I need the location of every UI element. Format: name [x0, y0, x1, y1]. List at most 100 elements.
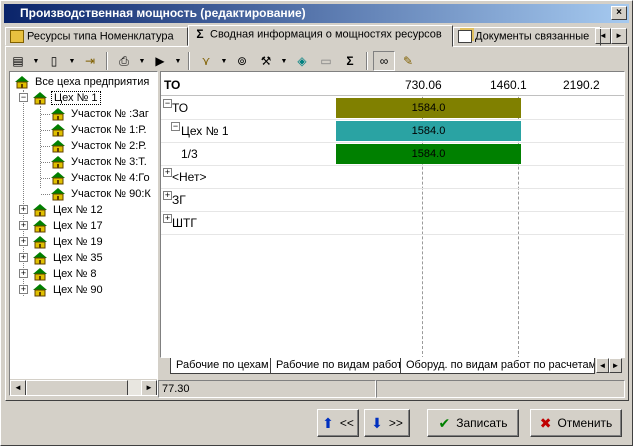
chevron-down-icon[interactable]: ▼ [31, 51, 41, 71]
expand-icon[interactable]: + [163, 214, 172, 223]
sheet-tab-equipment-by-work[interactable]: Оборуд. по видам работ по расчетам [400, 358, 595, 374]
filter-icon[interactable]: ⋎ [195, 51, 217, 71]
grid-row[interactable]: + ШТГ [161, 212, 624, 235]
checkmark-icon: ✔ [438, 414, 451, 431]
binoculars-icon[interactable]: ⊚ [231, 51, 253, 71]
building-icon [50, 155, 66, 169]
grid-row[interactable]: − Цех № 1 1584.0 [161, 120, 624, 143]
tab-summary-label: Сводная информация о мощностях ресурсов [210, 28, 442, 41]
print-icon[interactable]: ⎙ [113, 51, 135, 71]
tab-scroll-right-icon[interactable]: ► [611, 28, 627, 44]
scroll-thumb[interactable] [26, 380, 128, 395]
tree-horizontal-scrollbar[interactable]: ◄ ► [10, 379, 157, 395]
grid-row[interactable]: − ТО 1584.0 [161, 97, 624, 120]
building-icon [32, 283, 48, 297]
chevron-down-icon[interactable]: ▼ [67, 51, 77, 71]
glasses-icon[interactable]: ∞ [373, 51, 395, 71]
chevron-down-icon[interactable]: ▼ [219, 51, 229, 71]
tree-line [40, 106, 41, 188]
building-icon [32, 203, 48, 217]
prev-button[interactable]: ⬆ << [317, 409, 359, 437]
grid-row[interactable]: + ЗГ [161, 189, 624, 212]
tree-item-workshop[interactable]: Цех № 12 [32, 202, 105, 218]
tab-resources[interactable]: Ресурсы типа Номенклатура [5, 27, 188, 46]
close-icon[interactable]: × [611, 6, 627, 20]
tree-root-label: Все цеха предприятия [35, 76, 150, 88]
blank-document-icon[interactable]: ▭ [315, 51, 337, 71]
arrow-up-icon: ⬆ [322, 414, 334, 431]
sheet-scroll-right-icon[interactable]: ► [609, 358, 622, 373]
tree-item-workshop[interactable]: Цех № 19 [32, 234, 105, 250]
tree-item-label: Цех № 19 [53, 236, 103, 248]
save-button-label: Записать [456, 416, 508, 430]
tree-item-label: Цех № 1 [51, 91, 101, 105]
collapse-icon[interactable]: − [19, 93, 28, 102]
play-icon[interactable]: ▶ [149, 51, 171, 71]
edit-note-icon[interactable]: ✎ [397, 51, 419, 71]
tree-root[interactable]: Все цеха предприятия [14, 74, 151, 90]
tree-item-workshop[interactable]: Цех № 90 [32, 282, 105, 298]
tree-line [23, 90, 24, 296]
tools-icon[interactable]: ⚒ [255, 51, 277, 71]
collapse-icon[interactable]: − [171, 122, 180, 131]
info-icon[interactable]: ◈ [291, 51, 313, 71]
cancel-button[interactable]: ✖ Отменить [530, 409, 622, 437]
tree-item-workshop[interactable]: Цех № 8 [32, 266, 99, 282]
sigma-icon[interactable]: Σ [339, 51, 361, 71]
document-icon[interactable]: ▯ [43, 51, 65, 71]
tree-line [41, 162, 50, 163]
tab-documents[interactable]: Документы связанные [453, 27, 601, 46]
table-icon[interactable]: ▤ [7, 51, 29, 71]
tree-item-section[interactable]: Участок № :Заг [50, 106, 151, 122]
expand-icon[interactable]: + [19, 269, 28, 278]
tree-item-section[interactable]: Участок № 2:Р. [50, 138, 149, 154]
building-icon [50, 187, 66, 201]
scroll-right-icon[interactable]: ► [141, 380, 157, 395]
expand-icon[interactable]: + [19, 285, 28, 294]
expand-icon[interactable]: + [163, 191, 172, 200]
prev-button-label: << [339, 416, 354, 430]
expand-icon[interactable]: + [19, 205, 28, 214]
expand-icon[interactable]: + [19, 221, 28, 230]
save-button[interactable]: ✔ Записать [427, 409, 519, 437]
chevron-down-icon[interactable]: ▼ [137, 51, 147, 71]
capacity-bar: 1584.0 [336, 121, 521, 141]
tab-summary[interactable]: Σ Сводная информация о мощностях ресурсов [188, 25, 453, 47]
exit-door-icon[interactable]: ⇥ [79, 51, 101, 71]
workshop-tree[interactable]: Все цеха предприятия Цех № 1 − Участок №… [9, 71, 158, 396]
resource-icon [10, 30, 24, 43]
cross-icon: ✖ [539, 414, 552, 431]
building-icon [32, 219, 48, 233]
tree-item-section[interactable]: Участок № 3:Т. [50, 154, 149, 170]
next-button[interactable]: ⬇ >> [364, 409, 410, 437]
sheet-tabs: Рабочие по цехам Рабочие по видам работ … [160, 358, 625, 375]
tree-item-workshop[interactable]: Цех № 1 [32, 90, 101, 106]
sheet-tab-workers-by-shop[interactable]: Рабочие по цехам [170, 358, 271, 374]
sheet-scroll-left-icon[interactable]: ◄ [596, 358, 609, 373]
tree-item-label: Участок № 2:Р. [71, 140, 147, 152]
scroll-left-icon[interactable]: ◄ [10, 380, 26, 395]
expand-icon[interactable]: + [19, 237, 28, 246]
tab-strip: Ресурсы типа Номенклатура Σ Сводная инфор… [5, 25, 629, 47]
toolbar-separator [366, 52, 368, 70]
tree-item-section[interactable]: Участок № 1:Р. [50, 122, 149, 138]
capacity-grid[interactable]: ТО 730.06 1460.1 2190.2 − ТО 1584.0 − Це… [160, 71, 625, 358]
tree-item-section[interactable]: Участок № 90:К [50, 186, 153, 202]
status-value: 77.30 [158, 380, 376, 398]
grid-row[interactable]: + <Нет> [161, 166, 624, 189]
title-bar: Производственная мощность (редактировани… [4, 4, 629, 23]
tree-item-section[interactable]: Участок № 4:Го [50, 170, 152, 186]
chevron-down-icon[interactable]: ▼ [279, 51, 289, 71]
cancel-button-label: Отменить [557, 416, 613, 430]
tab-scroll-left-icon[interactable]: ◄ [595, 28, 611, 44]
collapse-icon[interactable]: − [163, 99, 172, 108]
tree-item-workshop[interactable]: Цех № 35 [32, 250, 105, 266]
expand-icon[interactable]: + [163, 168, 172, 177]
chevron-down-icon[interactable]: ▼ [173, 51, 183, 71]
sheet-tab-workers-by-work[interactable]: Рабочие по видам работ [270, 358, 401, 374]
grid-row[interactable]: 1/3 1584.0 [161, 143, 624, 166]
building-icon [14, 75, 30, 89]
tree-item-workshop[interactable]: Цех № 17 [32, 218, 105, 234]
expand-icon[interactable]: + [19, 253, 28, 262]
capacity-bar: 1584.0 [336, 144, 521, 164]
